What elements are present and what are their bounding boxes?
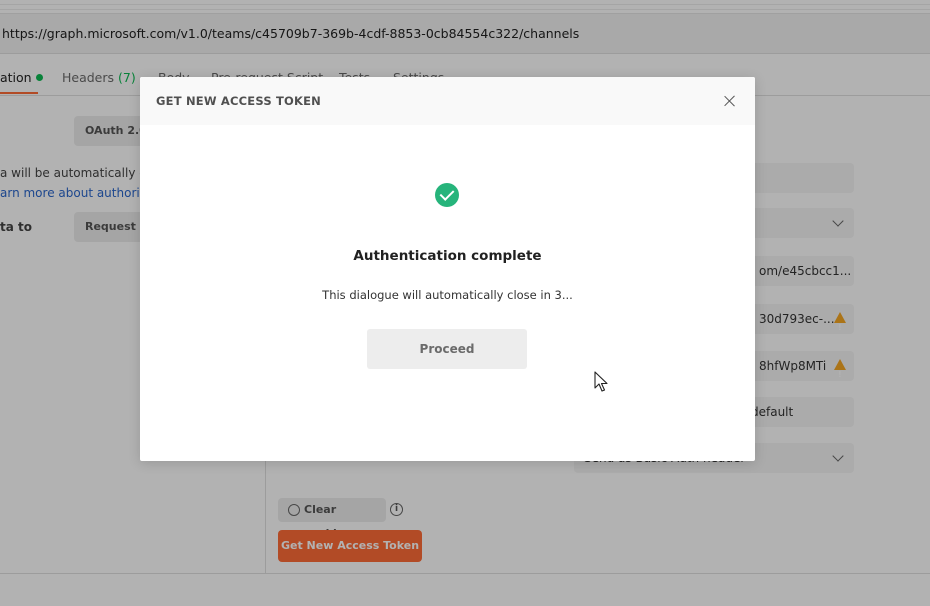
proceed-button[interactable]: Proceed	[367, 329, 527, 369]
access-token-dialog: GET NEW ACCESS TOKEN Authentication comp…	[140, 77, 755, 461]
mouse-cursor-icon	[594, 371, 608, 392]
dialog-header: GET NEW ACCESS TOKEN	[140, 77, 755, 125]
close-icon[interactable]	[722, 93, 738, 109]
success-check-icon	[435, 183, 459, 207]
auth-complete-heading: Authentication complete	[353, 248, 542, 264]
dialog-title: GET NEW ACCESS TOKEN	[156, 94, 322, 108]
auto-close-message: This dialogue will automatically close i…	[322, 288, 573, 302]
